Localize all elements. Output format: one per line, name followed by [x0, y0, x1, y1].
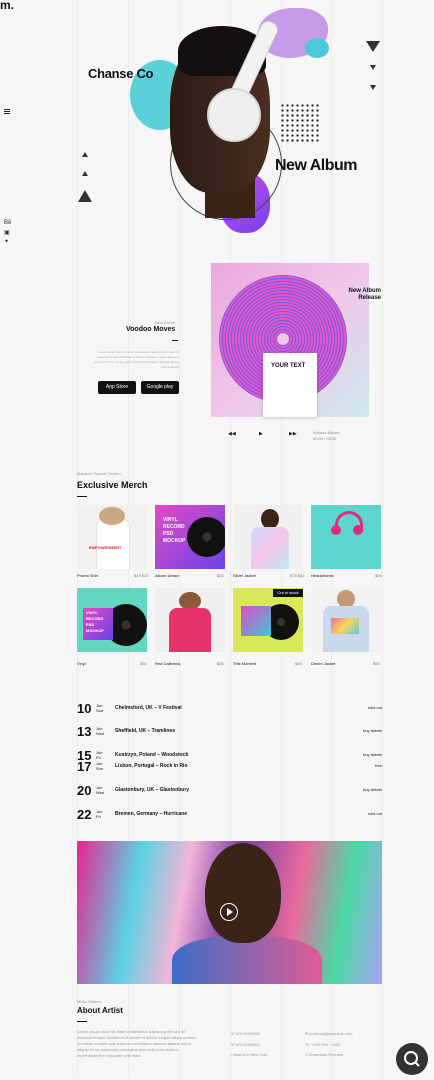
product-price: $26: [375, 573, 382, 578]
zoom-search-button[interactable]: [396, 1043, 428, 1075]
location-contact: ⌂ Based in New York: [230, 1052, 268, 1057]
event-status: sold out: [367, 811, 382, 816]
search-icon: [404, 1051, 420, 1067]
event-row: 13 Jun Wed Sheffield, UK – Tramlines buy …: [77, 724, 382, 739]
product-name[interactable]: Denim Jacket: [311, 661, 335, 666]
track-time: 00:00 / 03:25: [313, 436, 337, 441]
triangle-decoration-icon: [366, 41, 380, 52]
phone-contact: ☏ +000 000 - 0000: [305, 1042, 341, 1047]
product-image[interactable]: [155, 588, 225, 652]
artist-video[interactable]: [77, 841, 382, 984]
album-eyebrow: New Album: [155, 320, 176, 325]
phone-contact: ☏ 000-0000000: [230, 1042, 260, 1047]
product-image[interactable]: [311, 505, 381, 569]
triangle-decoration-icon: [82, 171, 88, 176]
album-title: Voodoo Moves: [126, 326, 176, 333]
cover-card: YOUR TEXT: [263, 353, 317, 417]
event-row: 17 Jun Sun Lisbon, Portugal – Rock in Rio…: [77, 759, 382, 774]
google-play-button[interactable]: Google play: [141, 381, 179, 394]
merch-eyebrow: Madison Square Garden: [77, 471, 121, 476]
track-name: Voodoo Moves: [313, 430, 340, 435]
album-description: Lorem ipsum dolor sit amet consectetur a…: [94, 350, 179, 369]
product-name[interactable]: Headphones: [311, 573, 334, 578]
hero-album-title: New Album: [275, 157, 358, 174]
product-image[interactable]: VINYL RECORD PSD MOCKUP: [77, 588, 147, 652]
triangle-decoration-icon: [370, 85, 376, 90]
album-cover: New Album Release YOUR TEXT: [211, 263, 381, 417]
instagram-icon[interactable]: ▣: [4, 229, 10, 236]
buy-tickets-link[interactable]: buy tickets: [363, 728, 382, 733]
product-price: $75 $52: [290, 573, 305, 578]
about-title: About Artist: [77, 1006, 123, 1015]
product-name[interactable]: Vinyl: [77, 661, 86, 666]
product-image[interactable]: [311, 588, 381, 652]
product-price: $35: [217, 573, 224, 578]
hero-artwork: [130, 8, 330, 233]
product-price: $45: [295, 661, 302, 666]
email-contact[interactable]: ✉ yourmail@example.com: [305, 1031, 352, 1036]
product-price: $49 $20: [134, 573, 149, 578]
behance-icon[interactable]: Bē: [4, 220, 11, 226]
event-row: 22 Jun Fri Bremen, Germany – Hurricane so…: [77, 807, 382, 822]
event-status: sold out: [367, 705, 382, 710]
site-logo[interactable]: m.: [0, 0, 14, 12]
play-video-icon[interactable]: [220, 903, 238, 921]
product-name[interactable]: This Moment: [233, 661, 256, 666]
out-of-stock-badge: Out of stock: [273, 589, 303, 597]
next-track-icon[interactable]: ▶▶: [289, 431, 297, 437]
product-price: $65: [373, 661, 380, 666]
product-name[interactable]: Silver Jacket: [233, 573, 256, 578]
phone-contact: ☏ 000-0000000: [230, 1031, 260, 1036]
about-text: Lorem ipsum dolor sit amet consectetur a…: [77, 1029, 197, 1058]
product-image[interactable]: VINYL RECORD PSD MOCKUP: [155, 505, 225, 569]
product-price: $35: [217, 661, 224, 666]
divider: [172, 340, 178, 341]
product-price: $30: [140, 661, 147, 666]
divider: [77, 496, 87, 497]
triangle-decoration-icon: [78, 190, 92, 202]
product-image[interactable]: EMPOWERMENT: [77, 505, 147, 569]
product-image[interactable]: [233, 505, 303, 569]
divider: [77, 1021, 87, 1022]
twitter-icon[interactable]: ✦: [4, 238, 9, 245]
triangle-decoration-icon: [370, 65, 376, 70]
cover-title: New Album Release: [348, 288, 381, 302]
download-resume-link[interactable]: ⇩ Download Resume: [305, 1052, 343, 1057]
product-image[interactable]: Out of stock: [233, 588, 303, 652]
about-eyebrow: Music Makers: [77, 999, 102, 1004]
event-row: 10 Jun Sun Chelmsford, UK – V Festival so…: [77, 701, 382, 716]
buy-tickets-link[interactable]: buy tickets: [363, 787, 382, 792]
product-name[interactable]: Promo Shirt: [77, 573, 98, 578]
event-row: 20 Jun Wed Glastonbury, UK – Glastonbury …: [77, 783, 382, 798]
previous-track-icon[interactable]: ◀◀: [228, 431, 236, 437]
triangle-decoration-icon: [82, 152, 88, 157]
hero-artist-name: Chanse Co: [88, 66, 154, 81]
hamburger-menu-icon[interactable]: [4, 108, 10, 115]
app-store-button[interactable]: App Store: [98, 381, 136, 394]
product-name[interactable]: Album Dream: [155, 573, 179, 578]
merch-title: Exclusive Merch: [77, 480, 148, 490]
grid-line: [382, 0, 383, 1077]
product-name[interactable]: Red California: [155, 661, 180, 666]
play-icon[interactable]: ▶: [259, 431, 263, 437]
event-status: free: [375, 763, 382, 768]
